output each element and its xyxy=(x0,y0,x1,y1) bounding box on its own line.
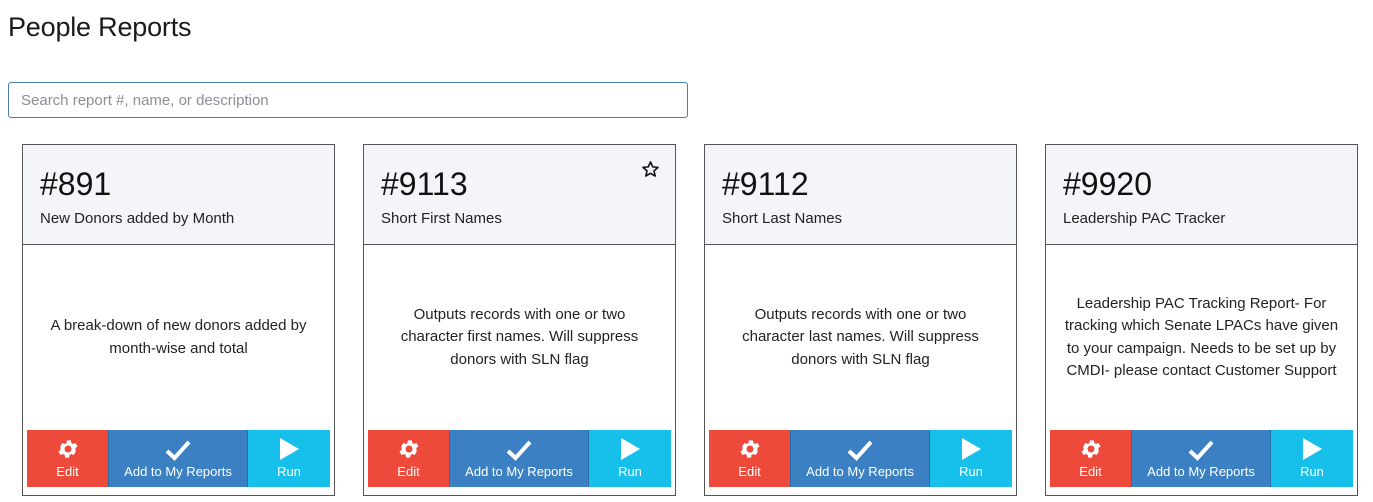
report-description: Leadership PAC Tracking Report- For trac… xyxy=(1064,294,1339,380)
edit-label: Edit xyxy=(738,464,761,479)
run-button[interactable]: Run xyxy=(1271,430,1353,487)
play-icon xyxy=(962,438,981,460)
play-icon xyxy=(621,438,640,460)
run-button[interactable]: Run xyxy=(248,430,330,487)
gear-icon xyxy=(58,440,77,458)
report-card: #9113 Short First Names Outputs records … xyxy=(363,144,676,496)
search-input[interactable] xyxy=(8,82,688,118)
add-to-my-reports-button[interactable]: Add to My Reports xyxy=(1131,430,1271,487)
edit-button[interactable]: Edit xyxy=(709,430,790,487)
checkmark-icon xyxy=(847,440,873,461)
run-label: Run xyxy=(959,464,983,479)
report-description: Outputs records with one or two characte… xyxy=(400,305,639,368)
run-label: Run xyxy=(1300,464,1324,479)
card-header: #891 New Donors added by Month xyxy=(23,145,334,245)
report-name: Leadership PAC Tracker xyxy=(1063,210,1226,227)
card-header: #9112 Short Last Names xyxy=(705,145,1016,245)
run-button[interactable]: Run xyxy=(589,430,671,487)
card-actions: Edit Add to My Reports Run xyxy=(368,430,671,487)
star-outline-icon[interactable] xyxy=(641,160,660,179)
add-to-my-reports-button[interactable]: Add to My Reports xyxy=(790,430,930,487)
edit-button[interactable]: Edit xyxy=(1050,430,1131,487)
report-name: Short Last Names xyxy=(722,210,843,227)
edit-button[interactable]: Edit xyxy=(368,430,449,487)
report-card: #891 New Donors added by Month A break-d… xyxy=(22,144,335,496)
report-name: New Donors added by Month xyxy=(40,210,235,227)
edit-label: Edit xyxy=(1079,464,1102,479)
run-button[interactable]: Run xyxy=(930,430,1012,487)
page-title: People Reports xyxy=(8,12,192,42)
add-to-my-reports-button[interactable]: Add to My Reports xyxy=(108,430,248,487)
card-actions: Edit Add to My Reports Run xyxy=(709,430,1012,487)
run-label: Run xyxy=(618,464,642,479)
report-number: #891 xyxy=(40,166,112,202)
add-label: Add to My Reports xyxy=(1147,464,1255,479)
edit-button[interactable]: Edit xyxy=(27,430,108,487)
add-to-my-reports-button[interactable]: Add to My Reports xyxy=(449,430,589,487)
play-icon xyxy=(1303,438,1322,460)
card-actions: Edit Add to My Reports Run xyxy=(27,430,330,487)
edit-label: Edit xyxy=(397,464,420,479)
report-card: #9920 Leadership PAC Tracker Leadership … xyxy=(1045,144,1358,496)
checkmark-icon xyxy=(506,440,532,461)
run-label: Run xyxy=(277,464,301,479)
gear-icon xyxy=(399,440,418,458)
report-number: #9112 xyxy=(722,166,809,202)
gear-icon xyxy=(1081,440,1100,458)
add-label: Add to My Reports xyxy=(124,464,232,479)
add-label: Add to My Reports xyxy=(465,464,573,479)
report-card: #9112 Short Last Names Outputs records w… xyxy=(704,144,1017,496)
gear-icon xyxy=(740,440,759,458)
report-description: Outputs records with one or two characte… xyxy=(742,305,979,368)
play-icon xyxy=(280,438,299,460)
card-actions: Edit Add to My Reports Run xyxy=(1050,430,1353,487)
card-header: #9113 Short First Names xyxy=(364,145,675,245)
checkmark-icon xyxy=(1188,440,1214,461)
add-label: Add to My Reports xyxy=(806,464,914,479)
edit-label: Edit xyxy=(56,464,79,479)
report-description: A break-down of new donors added by mont… xyxy=(50,317,307,357)
card-header: #9920 Leadership PAC Tracker xyxy=(1046,145,1357,245)
report-number: #9113 xyxy=(381,166,468,202)
checkmark-icon xyxy=(165,440,191,461)
report-name: Short First Names xyxy=(381,210,502,227)
report-number: #9920 xyxy=(1063,166,1152,202)
